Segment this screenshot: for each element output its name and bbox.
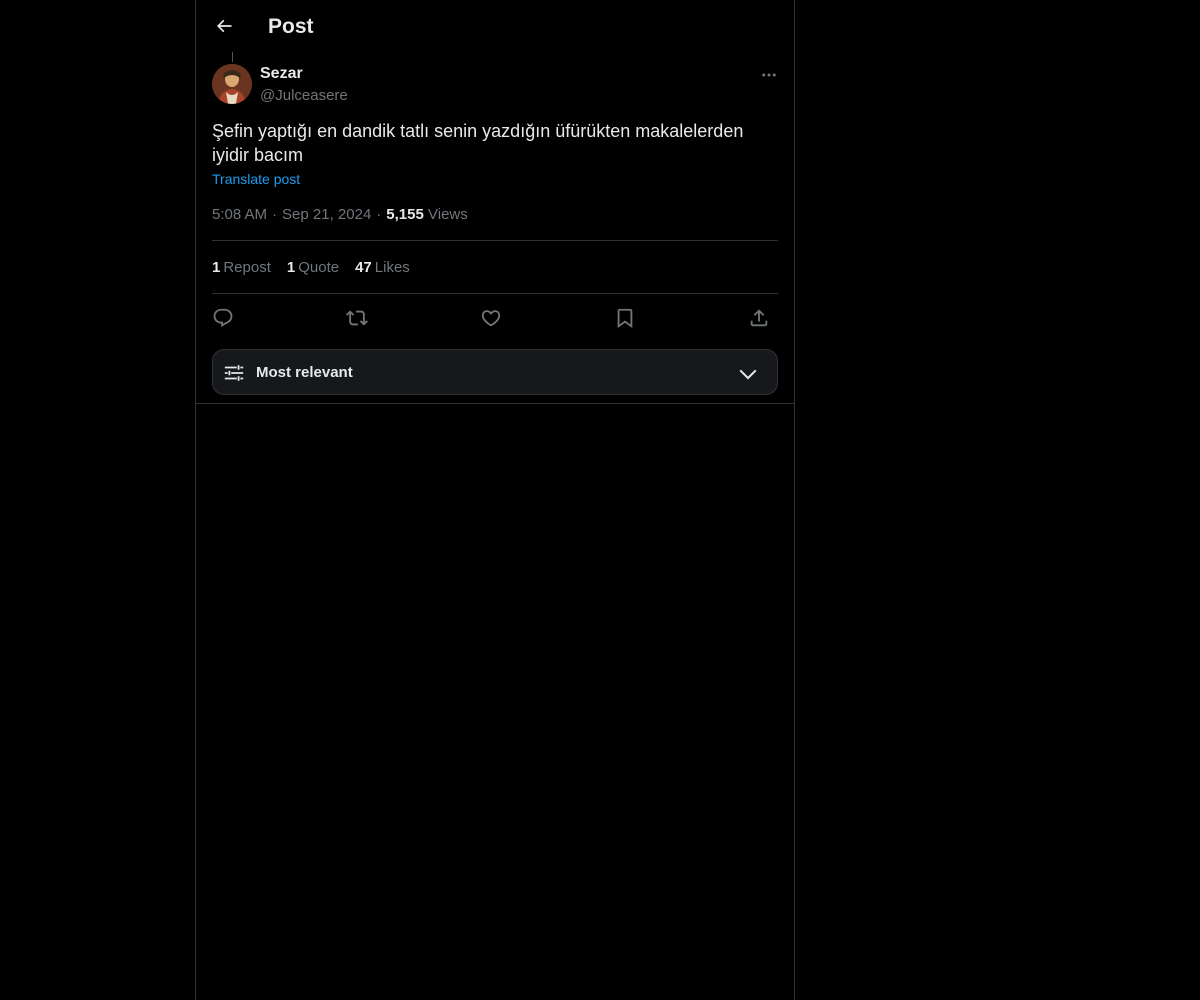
post-meta: 5:08 AM · Sep 21, 2024 · 5,155 Views — [212, 205, 468, 225]
reply-button[interactable] — [209, 304, 237, 332]
author-handle[interactable]: @Julceasere — [260, 86, 348, 106]
action-bar — [212, 304, 778, 332]
page-title: Post — [268, 15, 314, 38]
sliders-icon — [224, 365, 244, 381]
likes-count: 47 — [355, 259, 372, 276]
arrow-left-icon — [216, 19, 232, 33]
repost-icon — [346, 310, 368, 326]
reposts-stat[interactable]: 1 Repost — [212, 258, 271, 278]
divider — [212, 240, 778, 241]
quotes-label: Quote — [298, 259, 340, 276]
sort-selected-value: Most relevant — [256, 364, 353, 381]
divider — [212, 293, 778, 294]
back-button[interactable] — [208, 10, 240, 42]
bookmark-button[interactable] — [611, 304, 639, 332]
likes-label: Likes — [374, 259, 410, 276]
section-divider — [196, 403, 794, 404]
chevron-down-icon — [739, 369, 757, 380]
translate-post-link[interactable]: Translate post — [212, 170, 300, 188]
views-label: Views — [428, 206, 468, 223]
views-count: 5,155 — [386, 206, 424, 223]
heart-icon — [481, 310, 501, 327]
meta-separator: · — [272, 206, 278, 223]
quotes-count: 1 — [286, 259, 296, 276]
share-icon — [750, 309, 768, 327]
more-options-button[interactable] — [756, 64, 782, 86]
post-time[interactable]: 5:08 AM — [212, 206, 267, 223]
reply-sort-dropdown[interactable]: Most relevant — [212, 349, 778, 395]
meta-separator: · — [376, 206, 382, 223]
author-name[interactable]: Sezar — [260, 64, 303, 84]
likes-stat[interactable]: 47 Likes — [355, 258, 410, 278]
header: Post — [196, 0, 794, 53]
reposts-label: Repost — [223, 259, 271, 276]
avatar-image — [212, 64, 252, 104]
like-button[interactable] — [477, 304, 505, 332]
reposts-count: 1 — [212, 259, 221, 276]
post-date[interactable]: Sep 21, 2024 — [282, 206, 371, 223]
more-horizontal-icon — [762, 73, 776, 77]
engagement-stats: 1 Repost 1 Quote 47 Likes — [212, 258, 426, 278]
reply-icon — [213, 308, 233, 327]
share-button[interactable] — [745, 304, 773, 332]
repost-button[interactable] — [343, 304, 371, 332]
main-column: Post Sezar @Julceasere Şefin yaptığı en … — [195, 0, 795, 1000]
quotes-stat[interactable]: 1 Quote — [287, 258, 339, 278]
avatar[interactable] — [212, 64, 252, 104]
thread-connector-line — [232, 52, 233, 62]
bookmark-icon — [617, 308, 633, 329]
post-text: Şefin yaptığı en dandik tatlı senin yazd… — [212, 121, 744, 165]
